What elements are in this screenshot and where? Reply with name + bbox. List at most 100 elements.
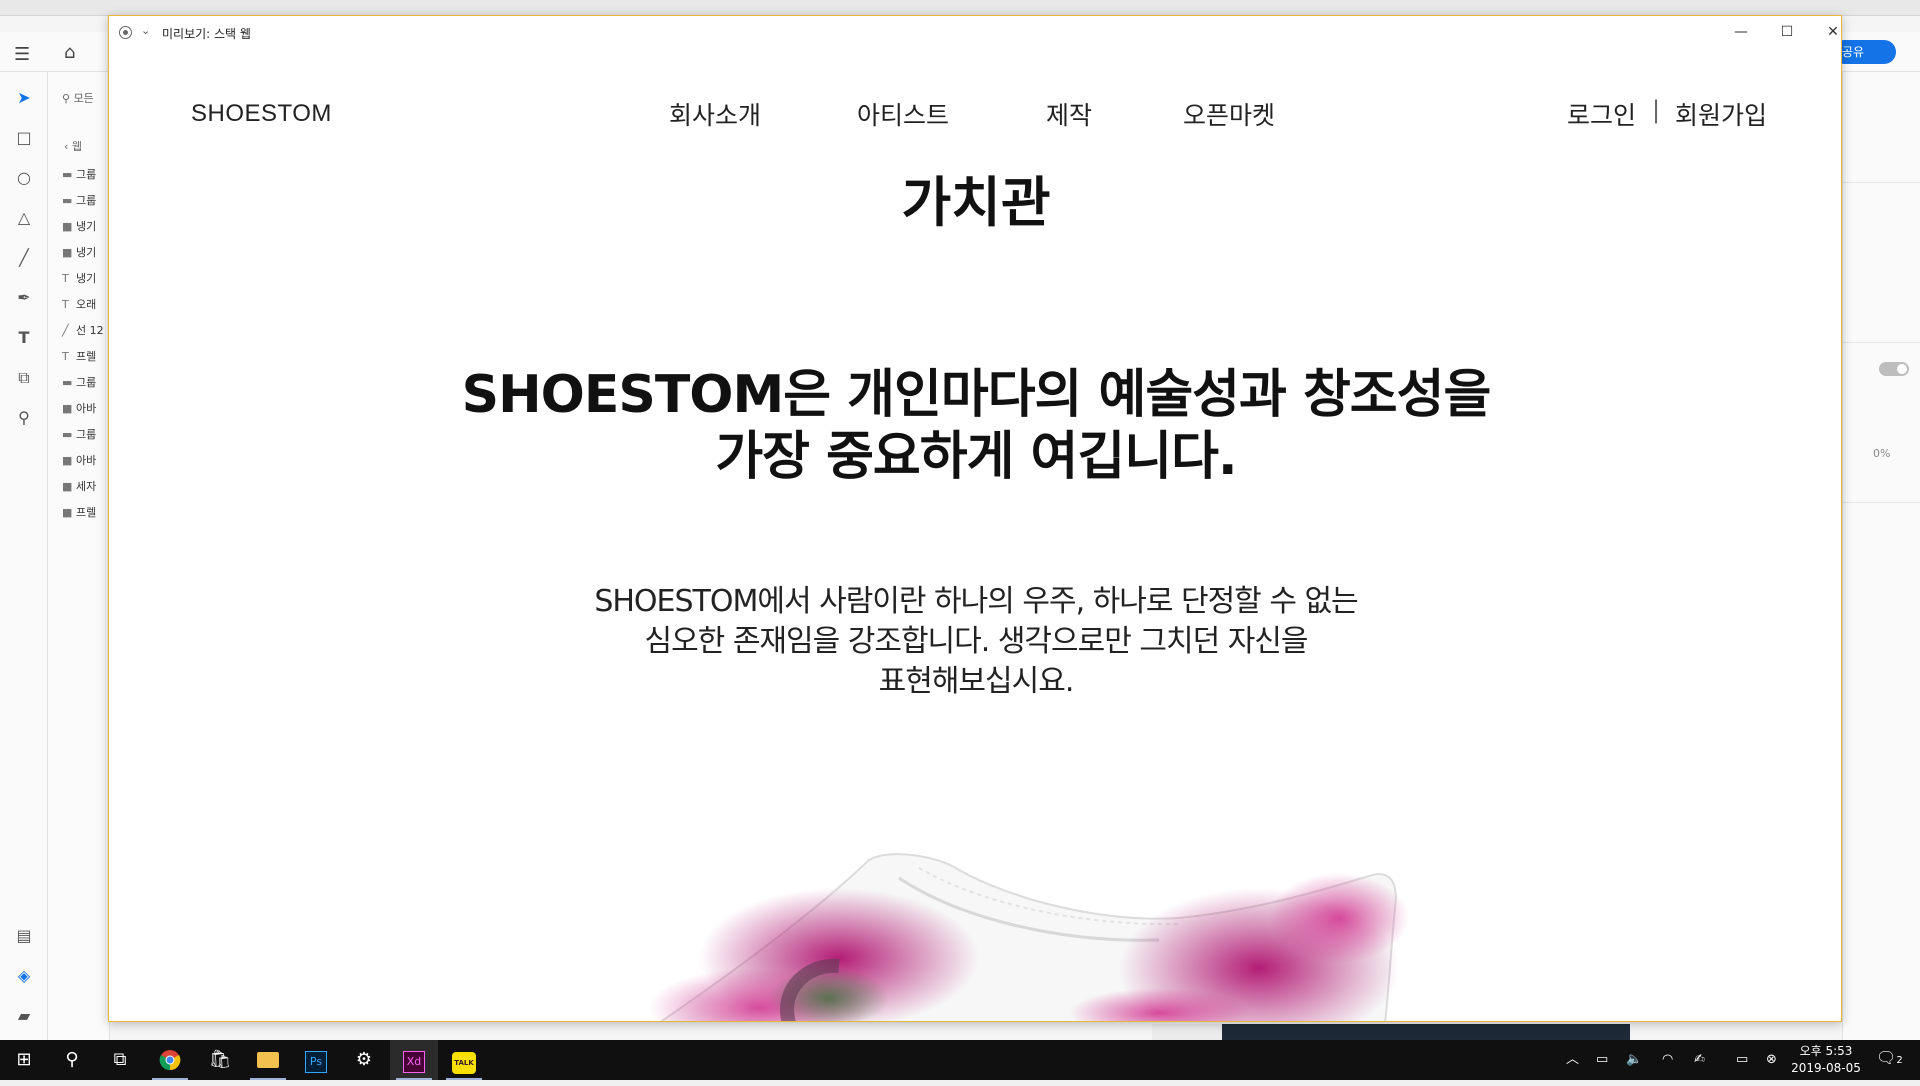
rectangle-tool-icon[interactable]: □	[12, 126, 36, 150]
inspector-divider	[1843, 182, 1920, 183]
layer-label: 프렐	[76, 506, 97, 519]
layer-row[interactable]: ▬ 그룹	[62, 374, 96, 390]
folder-icon	[257, 1052, 279, 1068]
preview-titlebar: ⌄ 미리보기: 스택 웹 — ☐ ✕	[109, 16, 1841, 48]
windows-start-icon[interactable]: ⊞	[0, 1040, 48, 1080]
chevron-down-icon[interactable]: ⌄	[141, 24, 150, 37]
ellipse-tool-icon[interactable]: ○	[12, 166, 36, 190]
battery-icon[interactable]: ▭	[1596, 1040, 1608, 1080]
windows-taskbar: ⊞ ⚲ ⧉ 🛍 Ps ⚙ Xd TALK ︿ ▭ 🔈 ◠ ✍ ▭ ⊗ 오후 5:…	[0, 1040, 1920, 1080]
xd-logo: Xd	[403, 1051, 425, 1073]
layer-row[interactable]: T 오래	[62, 296, 96, 312]
xd-tools-panel: ➤ □ ○ △ ╱ ✒ T ⧉ ⚲ ▤ ◈ ▰	[0, 72, 48, 1040]
kakaotalk-icon[interactable]: TALK	[440, 1040, 488, 1080]
section-heading: 가치관	[901, 171, 1051, 234]
layer-row[interactable]: ▬ 그룹	[62, 192, 96, 208]
layer-row[interactable]: T 냉기	[62, 270, 96, 286]
rectangle-icon: ■	[62, 220, 73, 233]
nav-item-company[interactable]: 회사소개	[669, 96, 761, 132]
layer-label: 아바	[76, 454, 97, 467]
layer-row[interactable]: ■ 아바	[62, 400, 96, 416]
wifi-icon[interactable]: ◠	[1662, 1040, 1673, 1080]
layer-label: 그룹	[76, 168, 97, 181]
adobe-xd-icon[interactable]: Xd	[390, 1040, 438, 1080]
layer-row[interactable]: ■ 아바	[62, 452, 96, 468]
system-clock[interactable]: 오후 5:53 2019-08-05	[1790, 1043, 1862, 1077]
rectangle-icon: ■	[62, 454, 73, 467]
maximize-icon[interactable]: ☐	[1772, 22, 1802, 42]
inspector-divider	[1843, 342, 1920, 343]
layer-row[interactable]: ╱ 선 12	[62, 322, 104, 338]
tray-overflow-chevron-icon[interactable]: ︿	[1566, 1040, 1579, 1080]
layer-row[interactable]: ■ 냉기	[62, 244, 96, 260]
record-icon[interactable]	[119, 26, 132, 39]
toggle-switch[interactable]	[1879, 362, 1909, 376]
notification-count: 2	[1896, 1055, 1903, 1066]
assets-icon[interactable]: ▤	[12, 924, 36, 948]
polygon-tool-icon[interactable]: △	[12, 206, 36, 230]
layer-row[interactable]: ■ 프렐	[62, 504, 96, 520]
hamburger-menu-icon[interactable]: ☰	[14, 44, 30, 65]
layer-row[interactable]: ■ 세자	[62, 478, 96, 494]
photoshop-icon[interactable]: Ps	[292, 1040, 340, 1080]
nav-item-artist[interactable]: 아티스트	[857, 96, 949, 132]
value-statement: SHOESTOM은 개인마다의 예술성과 창조성을 가장 중요하게 여깁니다.	[109, 364, 1841, 488]
layer-row[interactable]: ■ 냉기	[62, 218, 96, 234]
property-inspector: 0%	[1842, 72, 1920, 1040]
inspector-divider	[1843, 502, 1920, 503]
layers-search-input[interactable]: ⚲ 모든	[62, 90, 94, 106]
task-view-icon[interactable]: ⧉	[96, 1040, 144, 1080]
value-statement-line: 가장 중요하게 여깁니다.	[715, 427, 1237, 487]
store-icon[interactable]: 🛍	[196, 1040, 244, 1080]
text-tool-icon[interactable]: T	[12, 326, 36, 350]
preview-title: 미리보기: 스택 웹	[162, 27, 251, 41]
minimize-icon[interactable]: —	[1726, 22, 1756, 42]
keyboard-icon[interactable]: ▭	[1736, 1040, 1748, 1080]
text-layer-icon: T	[62, 298, 69, 311]
text-layer-icon: T	[62, 272, 69, 285]
value-statement-line: SHOESTOM은 개인마다의 예술성과 창조성을	[461, 365, 1492, 425]
folder-icon: ▬	[62, 428, 73, 441]
preview-window: ⌄ 미리보기: 스택 웹 — ☐ ✕ SHOESTOM 회사소개 아티스트 제작…	[108, 15, 1842, 1022]
login-link[interactable]: 로그인	[1567, 96, 1636, 132]
nav-item-openmarket[interactable]: 오픈마켓	[1183, 96, 1275, 132]
home-icon[interactable]: ⌂	[64, 42, 75, 63]
text-layer-icon: T	[62, 350, 69, 363]
plugins-icon[interactable]: ▰	[12, 1004, 36, 1028]
zoom-tool-icon[interactable]: ⚲	[12, 406, 36, 430]
notification-center-icon[interactable]: 🗨2	[1876, 1048, 1903, 1067]
rectangle-icon: ■	[62, 402, 73, 415]
layers-back-button[interactable]: ‹ 웹	[64, 138, 82, 154]
pen-tool-icon[interactable]: ✒	[12, 286, 36, 310]
xd-title-strip	[0, 0, 1920, 16]
layer-label: 냉기	[76, 272, 97, 285]
network-error-icon[interactable]: ⊗	[1766, 1040, 1777, 1080]
settings-gear-icon[interactable]: ⚙	[340, 1040, 388, 1080]
artboard-tool-icon[interactable]: ⧉	[12, 366, 36, 390]
close-icon[interactable]: ✕	[1818, 22, 1841, 42]
layer-row[interactable]: ▬ 그룹	[62, 166, 96, 182]
nav-item-production[interactable]: 제작	[1046, 96, 1092, 132]
layer-row[interactable]: T 프렐	[62, 348, 96, 364]
kakaotalk-logo: TALK	[452, 1052, 476, 1074]
layer-label: 그룹	[76, 194, 97, 207]
clock-date: 2019-08-05	[1791, 1061, 1861, 1075]
layers-icon[interactable]: ◈	[12, 964, 36, 988]
select-tool-icon[interactable]: ➤	[12, 86, 36, 110]
layers-back-label: 웹	[71, 140, 83, 153]
layers-panel: ⚲ 모든 ‹ 웹 ▬ 그룹 ▬ 그룹 ■ 냉기 ■ 냉기 T 냉기 T 오래 ╱ 선 12 T 프렐 ▬ 그룹 ■ 아…	[48, 72, 110, 1040]
volume-icon[interactable]: 🔈	[1626, 1040, 1642, 1080]
signup-link[interactable]: 회원가입	[1675, 96, 1767, 132]
site-logo[interactable]: SHOESTOM	[191, 100, 332, 128]
search-icon[interactable]: ⚲	[48, 1040, 96, 1080]
pen-workspace-icon[interactable]: ✍	[1694, 1040, 1705, 1080]
layer-row[interactable]: ▬ 그룹	[62, 426, 96, 442]
line-tool-icon[interactable]: ╱	[12, 246, 36, 270]
folder-icon: ▬	[62, 168, 73, 181]
chrome-icon[interactable]	[146, 1040, 194, 1080]
layer-label: 그룹	[76, 428, 97, 441]
line-icon: ╱	[62, 324, 69, 337]
canvas-dark-artboard	[1222, 1024, 1630, 1040]
opacity-value[interactable]: 0%	[1873, 447, 1890, 460]
file-explorer-icon[interactable]	[244, 1040, 292, 1080]
